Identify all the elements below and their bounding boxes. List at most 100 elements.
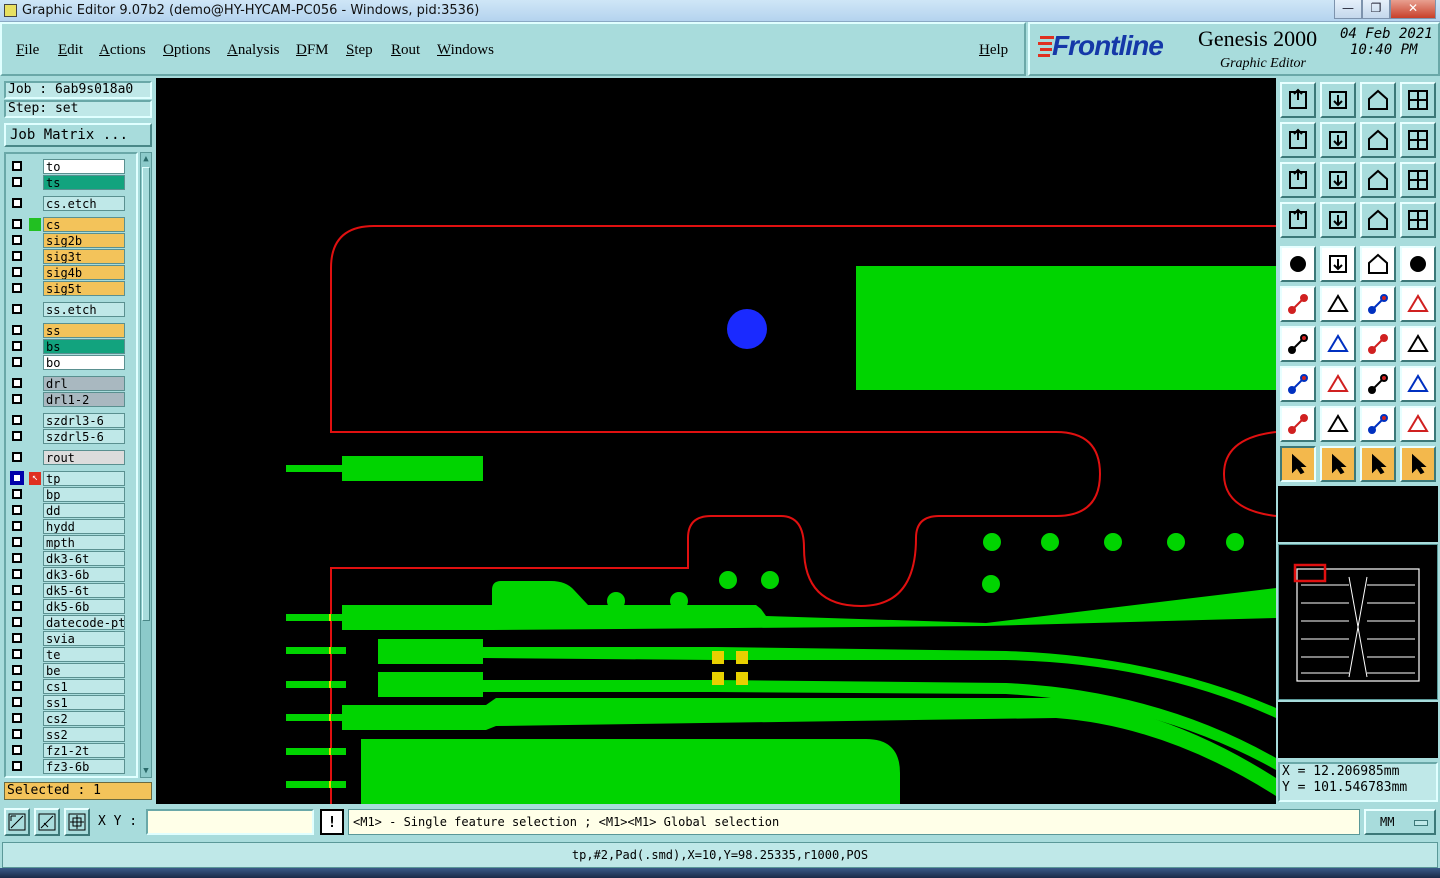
layer-name[interactable]: hydd: [43, 519, 125, 534]
layer-visibility-checkbox[interactable]: [12, 729, 22, 739]
select-connect-button[interactable]: [1400, 446, 1436, 482]
layer-name[interactable]: cs.etch: [43, 196, 125, 211]
layer-visibility-checkbox[interactable]: [12, 394, 22, 404]
measure-tool-button[interactable]: [1280, 202, 1316, 238]
layer-row[interactable]: bp: [8, 487, 136, 502]
layer-row[interactable]: sig4b: [8, 265, 136, 280]
layer-name[interactable]: cs: [43, 217, 125, 232]
layer-row[interactable]: cs: [8, 217, 136, 232]
layer-name[interactable]: sig3t: [43, 249, 125, 264]
layer-visibility-checkbox[interactable]: [12, 745, 22, 755]
pan-left-button[interactable]: [1280, 122, 1316, 158]
layer-row[interactable]: mpth: [8, 535, 136, 550]
layer-row[interactable]: ss.etch: [8, 302, 136, 317]
layer-row[interactable]: cs1: [8, 679, 136, 694]
layer-visibility-checkbox[interactable]: [12, 617, 22, 627]
layer-visibility-checkbox[interactable]: [12, 267, 22, 277]
layer-row[interactable]: drl: [8, 376, 136, 391]
connect-nodes-button[interactable]: [1280, 286, 1316, 322]
layer-row[interactable]: bo: [8, 355, 136, 370]
layer-visibility-checkbox[interactable]: [12, 198, 22, 208]
layer-visibility-checkbox[interactable]: [12, 431, 22, 441]
layer-visibility-checkbox[interactable]: [12, 505, 22, 515]
layer-row[interactable]: datecode-pt: [8, 615, 136, 630]
layer-name[interactable]: dk3-6b: [43, 567, 125, 582]
triangle-up-button[interactable]: [1320, 406, 1356, 442]
triangle-flat-button[interactable]: [1400, 406, 1436, 442]
layer-visibility-checkbox[interactable]: [12, 761, 22, 771]
layer-compare-button[interactable]: [1360, 202, 1396, 238]
layer-visibility-checkbox[interactable]: [12, 161, 22, 171]
layer-row[interactable]: fz1-2t: [8, 743, 136, 758]
triangle-tool-button[interactable]: [1280, 406, 1316, 442]
layer-row[interactable]: rout: [8, 450, 136, 465]
layer-visibility-checkbox[interactable]: [12, 489, 22, 499]
layer-name[interactable]: dk5-6t: [43, 583, 125, 598]
layer-name[interactable]: fz3-6b: [43, 759, 125, 774]
layer-row[interactable]: cs2: [8, 711, 136, 726]
layer-row[interactable]: ↖ tp: [8, 471, 136, 486]
rotate-button[interactable]: [1360, 326, 1396, 362]
layer-name[interactable]: rout: [43, 450, 125, 465]
affected-layer-icon[interactable]: [29, 218, 41, 231]
snap-button[interactable]: [1400, 122, 1436, 158]
layer-visibility-checkbox[interactable]: [12, 569, 22, 579]
menu-windows[interactable]: Windows: [437, 42, 494, 59]
ruler-button[interactable]: [1360, 246, 1396, 282]
horizontal-line-button[interactable]: [1320, 366, 1356, 402]
menu-step[interactable]: Step: [346, 42, 373, 59]
menu-file[interactable]: File: [16, 42, 39, 59]
pcb-drawing[interactable]: [156, 78, 1276, 804]
select-arrow-button[interactable]: [1280, 446, 1316, 482]
layer-visibility-checkbox[interactable]: [12, 585, 22, 595]
layer-name[interactable]: cs1: [43, 679, 125, 694]
circle-tool-button[interactable]: [1400, 246, 1436, 282]
polygon-tool-button[interactable]: [1320, 246, 1356, 282]
layer-visibility-checkbox[interactable]: [12, 665, 22, 675]
close-button[interactable]: ✕: [1390, 0, 1436, 19]
layer-row[interactable]: dk5-6t: [8, 583, 136, 598]
layer-row[interactable]: be: [8, 663, 136, 678]
box-center-button[interactable]: [1360, 366, 1396, 402]
layer-row[interactable]: bs: [8, 339, 136, 354]
layer-visibility-checkbox[interactable]: [12, 713, 22, 723]
layer-name[interactable]: datecode-pt: [43, 615, 125, 630]
zoom-fit-button[interactable]: [1320, 82, 1356, 118]
layer-visibility-checkbox[interactable]: [10, 471, 24, 485]
layer-row[interactable]: sig5t: [8, 281, 136, 296]
layer-row[interactable]: to: [8, 159, 136, 174]
layer-row[interactable]: sig2b: [8, 233, 136, 248]
menu-actions[interactable]: Actions: [99, 42, 146, 59]
layer-row[interactable]: ss1: [8, 695, 136, 710]
layer-row[interactable]: dk5-6b: [8, 599, 136, 614]
units-select[interactable]: MM: [1364, 809, 1436, 835]
layer-name[interactable]: sig4b: [43, 265, 125, 280]
pan-right-button[interactable]: [1320, 122, 1356, 158]
layer-row[interactable]: szdrl3-6: [8, 413, 136, 428]
grid-snap-button[interactable]: [64, 808, 90, 836]
layer-name[interactable]: bs: [43, 339, 125, 354]
scroll-up-icon[interactable]: ▲: [141, 153, 151, 165]
layer-compare-red-button[interactable]: [1400, 202, 1436, 238]
triangle-arrow-button[interactable]: [1360, 406, 1396, 442]
layer-name[interactable]: dk3-6t: [43, 551, 125, 566]
zoom-extent-button[interactable]: [1280, 162, 1316, 198]
layer-row[interactable]: ts: [8, 175, 136, 190]
layer-name[interactable]: ss1: [43, 695, 125, 710]
menu-options[interactable]: Options: [163, 42, 211, 59]
panel-overview-map[interactable]: [1278, 544, 1438, 700]
command-bang-button[interactable]: !: [320, 809, 344, 835]
layer-row[interactable]: ss: [8, 323, 136, 338]
layer-name[interactable]: dk5-6b: [43, 599, 125, 614]
layer-name[interactable]: te: [43, 647, 125, 662]
layer-name[interactable]: tp: [43, 471, 125, 486]
menu-help[interactable]: Help: [979, 42, 1008, 59]
layer-visibility-checkbox[interactable]: [12, 304, 22, 314]
snap-square-button[interactable]: [1280, 366, 1316, 402]
flip-view-button[interactable]: [1360, 122, 1396, 158]
layer-name[interactable]: szdrl5-6: [43, 429, 125, 444]
angle-red-button[interactable]: [1280, 326, 1316, 362]
pad-tool-button[interactable]: [1280, 246, 1316, 282]
angle-line-button[interactable]: [1320, 326, 1356, 362]
layer-name[interactable]: fz1-2t: [43, 743, 125, 758]
